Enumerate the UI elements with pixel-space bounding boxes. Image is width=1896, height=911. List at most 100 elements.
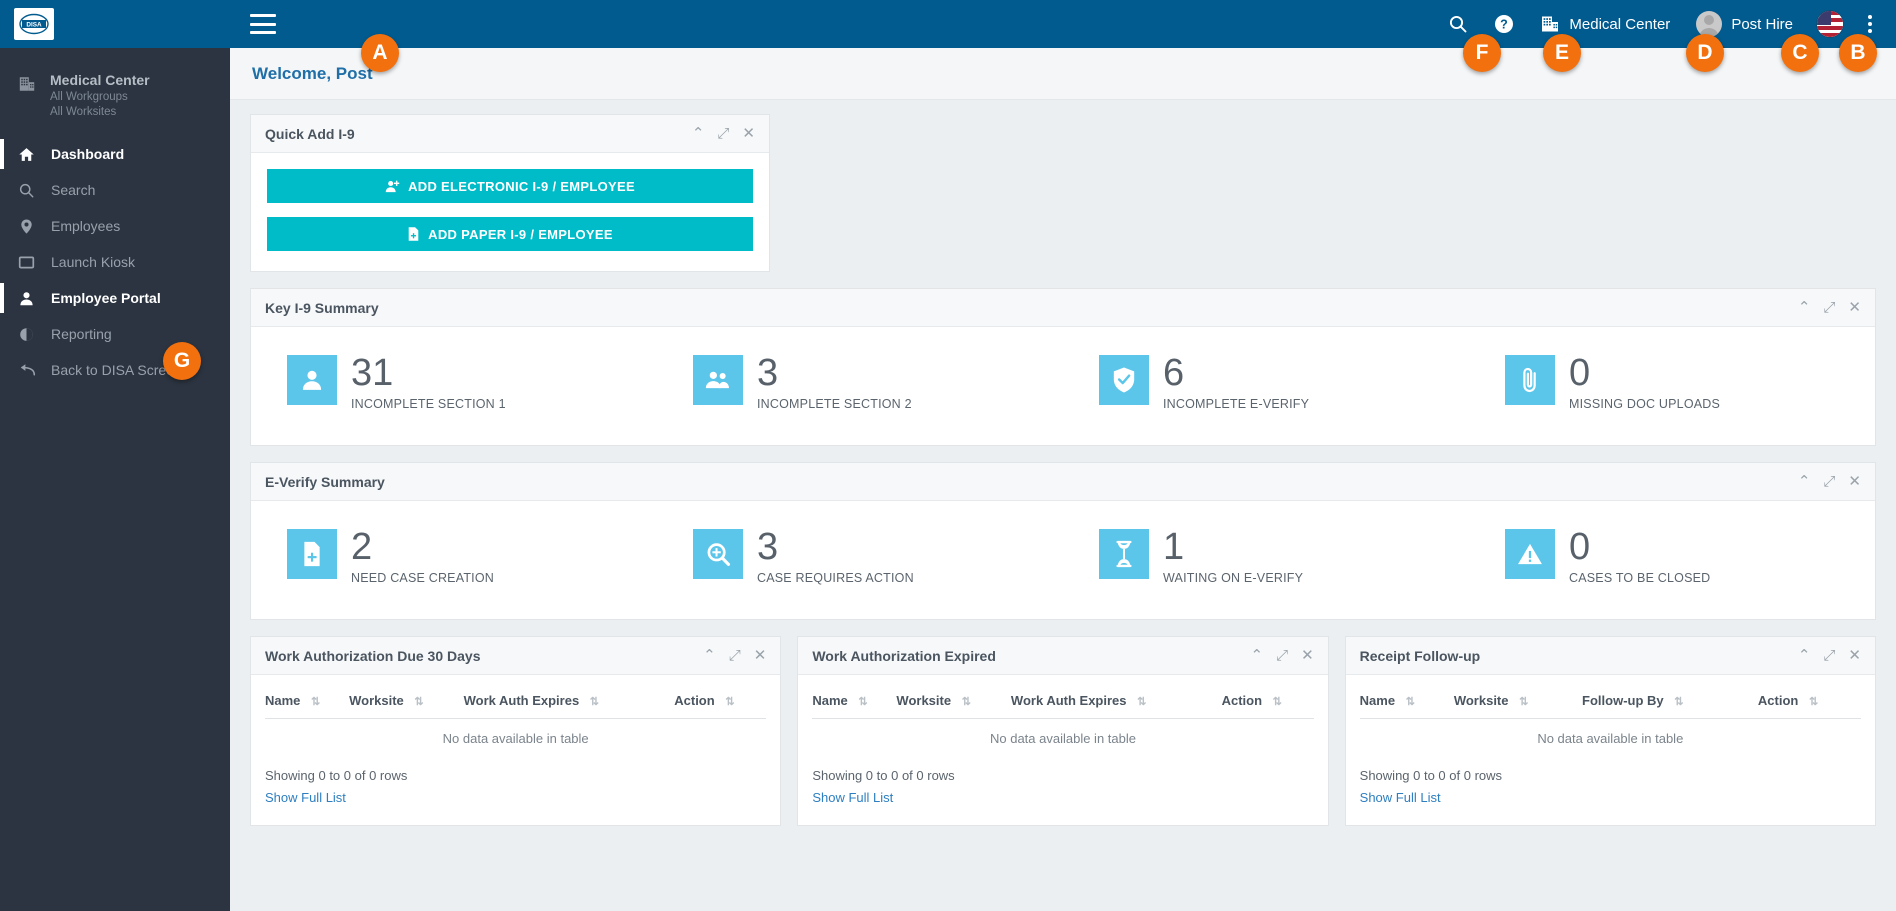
- receipt-follow-up-card: Receipt Follow-up ⌃ ⤢ ✕ Name ⇅ Worksite …: [1344, 636, 1876, 827]
- close-icon[interactable]: ✕: [1848, 474, 1861, 489]
- sort-icon[interactable]: ⇅: [311, 695, 320, 708]
- column-header-action[interactable]: Action ⇅: [674, 687, 767, 720]
- summary-tile-missing-doc-uploads[interactable]: 0 MISSING DOC UPLOADS: [1469, 353, 1875, 411]
- summary-tile-waiting-on-everify[interactable]: 1 WAITING ON E-VERIFY: [1063, 527, 1469, 585]
- home-icon: [18, 146, 40, 163]
- close-icon[interactable]: ✕: [754, 648, 767, 663]
- column-label: Worksite: [349, 693, 404, 708]
- expand-icon[interactable]: ⤢: [1276, 648, 1288, 663]
- summary-tile-incomplete-everify[interactable]: 6 INCOMPLETE E-VERIFY: [1063, 353, 1469, 411]
- collapse-icon[interactable]: ⌃: [1798, 300, 1811, 315]
- card-header: Receipt Follow-up ⌃ ⤢ ✕: [1345, 637, 1875, 675]
- collapse-icon[interactable]: ⌃: [1798, 648, 1811, 663]
- expand-icon[interactable]: ⤢: [717, 126, 729, 141]
- everify-summary-body: 2 NEED CASE CREATION 3 CASE REQUIRES ACT…: [251, 501, 1875, 619]
- column-header-action[interactable]: Action ⇅: [1221, 687, 1314, 720]
- sort-icon[interactable]: ⇅: [1137, 695, 1146, 708]
- help-circle-icon: ?: [1495, 15, 1514, 33]
- column-header-worksite[interactable]: Worksite ⇅: [1453, 687, 1583, 720]
- card-tools: ⌃ ⤢ ✕: [703, 648, 766, 663]
- card-title: Quick Add I-9: [265, 125, 355, 142]
- show-full-list-link[interactable]: Show Full List: [265, 790, 346, 805]
- user-name-label: Post Hire: [1731, 15, 1793, 33]
- sidebar-item-label: Search: [51, 182, 96, 198]
- column-header-follow-up-by[interactable]: Follow-up By ⇅: [1582, 687, 1758, 720]
- hamburger-menu-button[interactable]: [250, 14, 276, 34]
- sort-icon[interactable]: ⇅: [1273, 695, 1282, 708]
- add-paper-i9-button[interactable]: ADD PAPER I-9 / EMPLOYEE: [267, 217, 753, 251]
- column-header-work-auth-expires[interactable]: Work Auth Expires ⇅: [463, 687, 675, 720]
- close-icon[interactable]: ✕: [742, 126, 755, 141]
- top-navigation-bar: DISA ? Medical Center Post Hire: [0, 0, 1896, 48]
- summary-tile-cases-to-be-closed[interactable]: 0 CASES TO BE CLOSED: [1469, 527, 1875, 585]
- sort-icon[interactable]: ⇅: [1406, 695, 1415, 708]
- column-header-work-auth-expires[interactable]: Work Auth Expires ⇅: [1010, 687, 1222, 720]
- column-header-worksite[interactable]: Worksite ⇅: [349, 687, 464, 720]
- person-icon: [18, 290, 40, 307]
- sidebar: Medical Center All Workgroups All Worksi…: [0, 48, 230, 911]
- expand-icon[interactable]: ⤢: [1823, 648, 1835, 663]
- column-header-worksite[interactable]: Worksite ⇅: [896, 687, 1011, 720]
- quick-add-body: ADD ELECTRONIC I-9 / EMPLOYEE ADD PAPER …: [251, 153, 769, 271]
- sort-icon[interactable]: ⇅: [590, 695, 599, 708]
- sidebar-org-block[interactable]: Medical Center All Workgroups All Worksi…: [0, 66, 230, 128]
- more-options-button[interactable]: [1854, 15, 1886, 33]
- close-icon[interactable]: ✕: [1848, 648, 1861, 663]
- summary-tile-case-requires-action[interactable]: 3 CASE REQUIRES ACTION: [657, 527, 1063, 585]
- summary-tile-incomplete-section-2[interactable]: 3 INCOMPLETE SECTION 2: [657, 353, 1063, 411]
- collapse-icon[interactable]: ⌃: [703, 648, 716, 663]
- main-content: Welcome, Post Quick Add I-9 ⌃ ⤢ ✕ ADD EL…: [230, 48, 1896, 911]
- summary-label: CASE REQUIRES ACTION: [757, 571, 914, 585]
- bottom-cards-row: Work Authorization Due 30 Days ⌃ ⤢ ✕ Nam…: [250, 636, 1876, 842]
- people-icon: [693, 355, 743, 405]
- add-electronic-i9-button[interactable]: ADD ELECTRONIC I-9 / EMPLOYEE: [267, 169, 753, 203]
- sort-icon[interactable]: ⇅: [962, 695, 971, 708]
- sidebar-item-launch-kiosk[interactable]: Launch Kiosk: [0, 244, 230, 280]
- column-header-name[interactable]: Name ⇅: [812, 687, 897, 720]
- show-full-list-link[interactable]: Show Full List: [812, 790, 893, 805]
- sort-icon[interactable]: ⇅: [414, 695, 423, 708]
- disa-logo[interactable]: DISA: [14, 8, 54, 40]
- column-header-name[interactable]: Name ⇅: [1359, 687, 1454, 720]
- collapse-icon[interactable]: ⌃: [692, 126, 705, 141]
- expand-icon[interactable]: ⤢: [1823, 474, 1835, 489]
- sidebar-item-search[interactable]: Search: [0, 172, 230, 208]
- collapse-icon[interactable]: ⌃: [1250, 648, 1263, 663]
- summary-label: INCOMPLETE SECTION 1: [351, 397, 506, 411]
- summary-value: 1: [1163, 526, 1185, 568]
- card-tools: ⌃ ⤢ ✕: [692, 126, 755, 141]
- person-plus-icon: [385, 180, 400, 192]
- close-icon[interactable]: ✕: [1848, 300, 1861, 315]
- collapse-icon[interactable]: ⌃: [1798, 474, 1811, 489]
- summary-tile-incomplete-section-1[interactable]: 31 INCOMPLETE SECTION 1: [251, 353, 657, 411]
- sort-icon[interactable]: ⇅: [1809, 695, 1818, 708]
- sidebar-item-employees[interactable]: Employees: [0, 208, 230, 244]
- monitor-icon: [18, 254, 40, 271]
- sidebar-org-name: Medical Center: [50, 72, 150, 88]
- summary-label: CASES TO BE CLOSED: [1569, 571, 1711, 585]
- sort-icon[interactable]: ⇅: [858, 695, 867, 708]
- sidebar-item-reporting[interactable]: Reporting: [0, 316, 230, 352]
- sort-icon[interactable]: ⇅: [725, 695, 734, 708]
- annotation-badge-a: A: [361, 34, 399, 72]
- sort-icon[interactable]: ⇅: [1674, 695, 1683, 708]
- summary-value: 2: [351, 526, 373, 568]
- column-header-action[interactable]: Action ⇅: [1757, 687, 1861, 720]
- summary-label: WAITING ON E-VERIFY: [1163, 571, 1304, 585]
- sort-icon[interactable]: ⇅: [1519, 695, 1528, 708]
- table-header-row: Name ⇅ Worksite ⇅ Work Auth Expires ⇅ Ac…: [812, 687, 1314, 720]
- sidebar-item-employee-portal[interactable]: Employee Portal: [0, 280, 230, 316]
- shield-check-icon: [1099, 355, 1149, 405]
- sidebar-item-dashboard[interactable]: Dashboard: [0, 136, 230, 172]
- expand-icon[interactable]: ⤢: [1823, 300, 1835, 315]
- summary-tile-need-case-creation[interactable]: 2 NEED CASE CREATION: [251, 527, 657, 585]
- card-header: Work Authorization Due 30 Days ⌃ ⤢ ✕: [251, 637, 781, 675]
- show-full-list-link[interactable]: Show Full List: [1360, 790, 1441, 805]
- column-label: Action: [674, 693, 715, 708]
- column-header-name[interactable]: Name ⇅: [265, 687, 350, 720]
- table-body: Name ⇅ Worksite ⇅ Work Auth Expires ⇅ Ac…: [798, 675, 1327, 825]
- expand-icon[interactable]: ⤢: [729, 648, 741, 663]
- sidebar-item-label: Dashboard: [51, 146, 125, 162]
- building-icon: [1542, 16, 1559, 32]
- close-icon[interactable]: ✕: [1301, 648, 1314, 663]
